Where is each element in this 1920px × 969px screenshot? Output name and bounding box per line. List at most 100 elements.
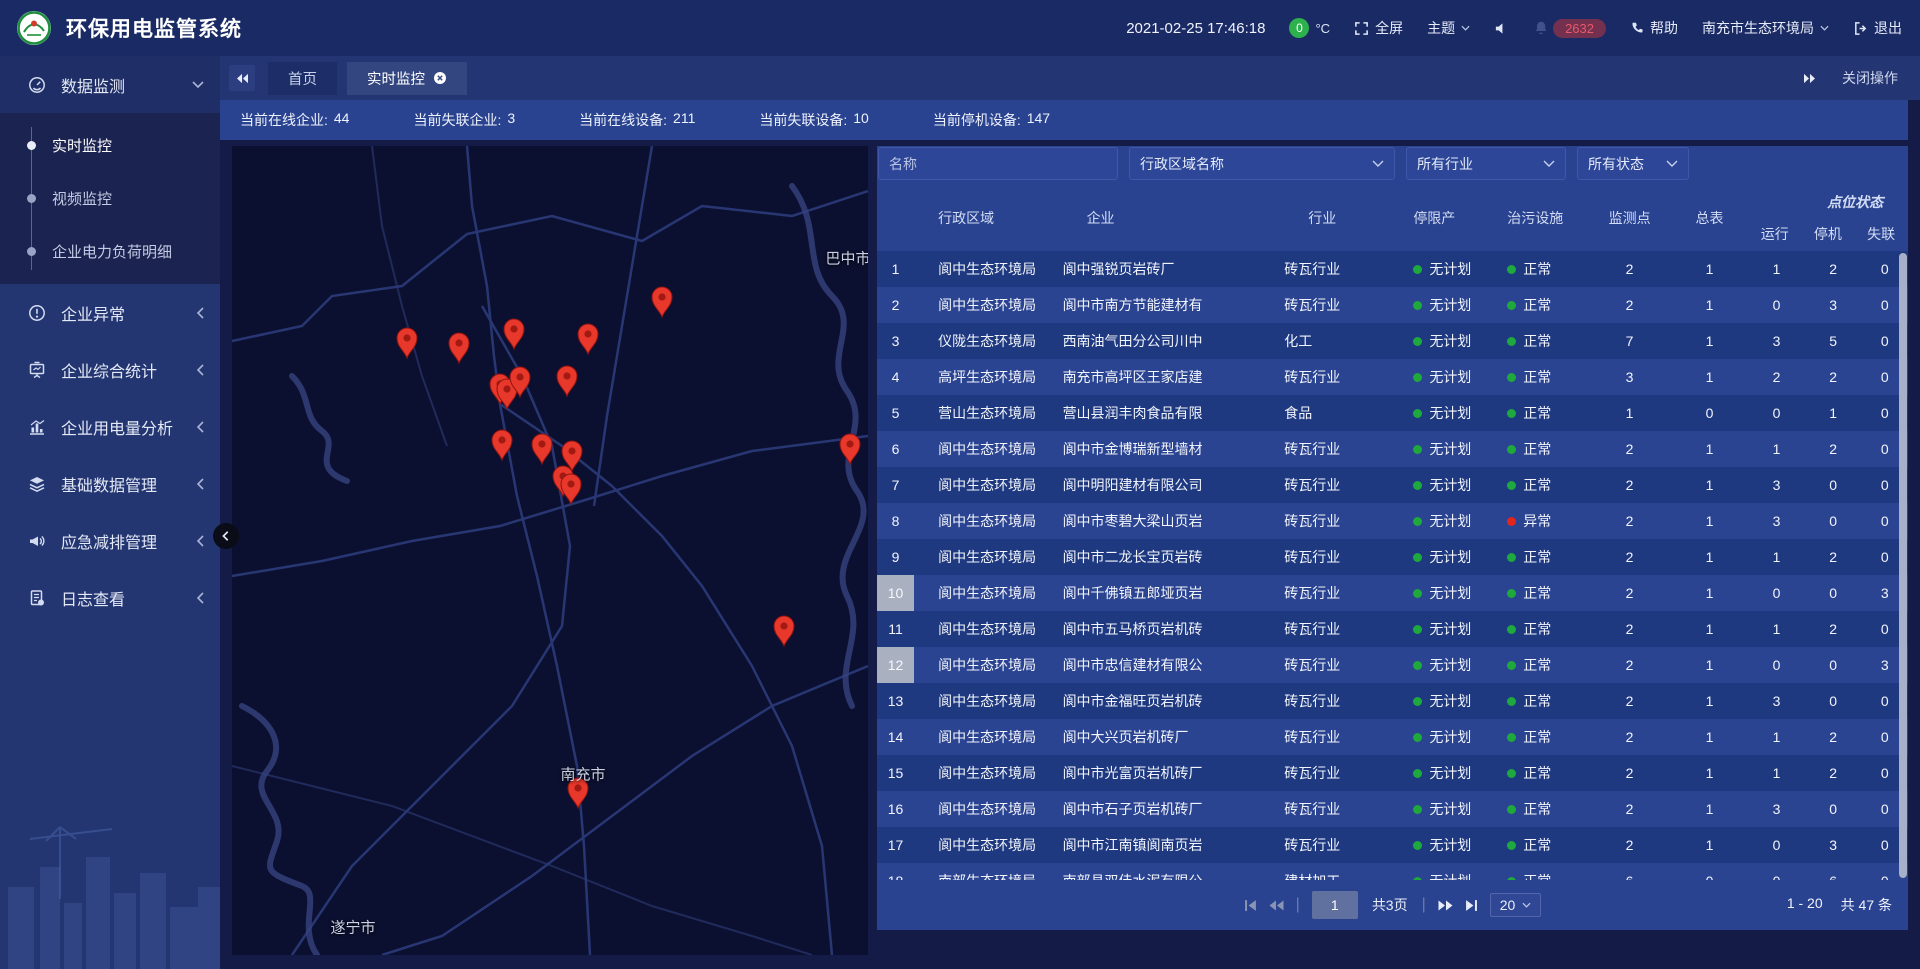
map-pin[interactable] <box>561 474 581 504</box>
next-page-button[interactable] <box>1438 899 1453 912</box>
industry-filter-select[interactable]: 所有行业 <box>1406 147 1566 180</box>
table-row[interactable]: 7阆中生态环境局阆中明阳建材有限公司砖瓦行业无计划正常21300 <box>877 467 1908 503</box>
collapse-map-button[interactable] <box>213 523 239 549</box>
sidebar-item-6[interactable]: 应急减排管理 <box>0 512 220 569</box>
table-row[interactable]: 12阆中生态环境局阆中市忠信建材有限公砖瓦行业无计划正常21003 <box>877 647 1908 683</box>
logout-button[interactable]: 退出 <box>1853 18 1902 38</box>
sidebar-item-4[interactable]: 企业用电量分析 <box>0 398 220 455</box>
status-dot <box>1507 733 1516 742</box>
tabs-scroll-left-button[interactable] <box>229 65 255 91</box>
map-pin[interactable] <box>449 333 469 363</box>
chevron-down-icon <box>1522 902 1531 908</box>
table-row[interactable]: 14阆中生态环境局阆中大兴页岩机砖厂砖瓦行业无计划正常21120 <box>877 719 1908 755</box>
table-scrollbar[interactable] <box>1899 253 1907 878</box>
limit-text: 无计划 <box>1429 835 1471 855</box>
sidebar-subitem[interactable]: 实时监控 <box>0 119 220 172</box>
close-icon[interactable] <box>433 71 447 85</box>
column-facility: 治污设施 <box>1485 208 1588 228</box>
map-pin[interactable] <box>652 287 672 317</box>
limit-text: 无计划 <box>1429 583 1471 603</box>
cell-facility: 正常 <box>1485 547 1588 567</box>
sidebar-item-5[interactable]: 基础数据管理 <box>0 455 220 512</box>
cell-company: 西南油气田分公司川中 <box>1063 331 1285 351</box>
prev-page-button[interactable] <box>1269 899 1284 912</box>
tab-1[interactable]: 首页 <box>268 62 337 95</box>
page-size-select[interactable]: 20 <box>1490 893 1542 917</box>
bullet-icon <box>27 247 36 256</box>
table-row[interactable]: 5营山生态环境局营山县润丰肉食品有限食品无计划正常10010 <box>877 395 1908 431</box>
facility-text: 异常 <box>1523 511 1551 531</box>
region-filter-select[interactable]: 行政区域名称 <box>1129 147 1395 180</box>
table-row[interactable]: 3仪陇生态环境局西南油气田分公司川中化工无计划正常71350 <box>877 323 1908 359</box>
tabs-scroll-right-button[interactable] <box>1803 73 1816 84</box>
notifications-button[interactable]: 2632 <box>1533 19 1606 38</box>
table-row[interactable]: 10阆中生态环境局阆中千佛镇五郎垭页岩砖瓦行业无计划正常21003 <box>877 575 1908 611</box>
cell-industry: 砖瓦行业 <box>1284 439 1387 459</box>
sidebar-item-3[interactable]: 企业综合统计 <box>0 341 220 398</box>
table-row[interactable]: 11阆中生态环境局阆中市五马桥页岩机砖砖瓦行业无计划正常21120 <box>877 611 1908 647</box>
first-page-button[interactable] <box>1244 899 1257 912</box>
last-page-button[interactable] <box>1465 899 1478 912</box>
sidebar-item-1[interactable]: 数据监测 <box>0 56 220 113</box>
cell-stopped: 3 <box>1805 837 1862 853</box>
map-pin[interactable] <box>504 319 524 349</box>
total-pages-label: 共3页 <box>1372 895 1408 915</box>
mute-button[interactable] <box>1494 21 1509 36</box>
status-filter-select[interactable]: 所有状态 <box>1577 147 1689 180</box>
cell-meters: 1 <box>1671 621 1748 637</box>
map-pin[interactable] <box>774 616 794 646</box>
group-header-label: 点位状态 <box>1748 192 1908 212</box>
table-row[interactable]: 16阆中生态环境局阆中市石子页岩机砖厂砖瓦行业无计划正常21300 <box>877 791 1908 827</box>
cell-region: 阆中生态环境局 <box>914 799 1062 819</box>
cell-running: 0 <box>1748 657 1805 673</box>
cell-index: 3 <box>877 333 914 349</box>
sidebar: 数据监测实时监控视频监控企业电力负荷明细企业异常企业综合统计企业用电量分析基础数… <box>0 56 220 969</box>
chevron-down-icon <box>1820 25 1829 31</box>
close-operations-button[interactable]: 关闭操作 <box>1842 68 1898 88</box>
theme-dropdown[interactable]: 主题 <box>1427 18 1470 38</box>
cell-running: 3 <box>1748 333 1805 349</box>
page-number-input[interactable] <box>1312 891 1358 919</box>
cell-running: 3 <box>1748 693 1805 709</box>
table-row[interactable]: 17阆中生态环境局阆中市江南镇阆南页岩砖瓦行业无计划正常21030 <box>877 827 1908 863</box>
cell-limit: 无计划 <box>1387 655 1485 675</box>
org-dropdown[interactable]: 南充市生态环境局 <box>1702 18 1829 38</box>
table-row[interactable]: 4高坪生态环境局南充市高坪区王家店建砖瓦行业无计划正常31220 <box>877 359 1908 395</box>
map-panel[interactable]: 巴中市南充市遂宁市 <box>232 146 868 955</box>
table-header: 行政区域 企业 行业 停限产 治污设施 监测点 总表 点位状态 运行 停机 失联 <box>877 185 1908 252</box>
tab-label: 实时监控 <box>367 68 425 89</box>
table-row[interactable]: 13阆中生态环境局阆中市金福旺页岩机砖砖瓦行业无计划正常21300 <box>877 683 1908 719</box>
table-row[interactable]: 2阆中生态环境局阆中市南方节能建材有砖瓦行业无计划正常21030 <box>877 287 1908 323</box>
table-row[interactable]: 9阆中生态环境局阆中市二龙长宝页岩砖砖瓦行业无计划正常21120 <box>877 539 1908 575</box>
fullscreen-button[interactable]: 全屏 <box>1354 18 1403 38</box>
sidebar-subitem[interactable]: 企业电力负荷明细 <box>0 225 220 278</box>
stat-item: 当前在线设备:211 <box>579 110 695 130</box>
map-pin[interactable] <box>840 434 860 464</box>
map-pin[interactable] <box>532 434 552 464</box>
cell-facility: 正常 <box>1485 619 1588 639</box>
limit-text: 无计划 <box>1429 259 1471 279</box>
sidebar-subitem[interactable]: 视频监控 <box>0 172 220 225</box>
cell-stopped: 5 <box>1805 333 1862 349</box>
table-row[interactable]: 1阆中生态环境局阆中强锐页岩砖厂砖瓦行业无计划正常21120 <box>877 251 1908 287</box>
cell-stopped: 2 <box>1805 369 1862 385</box>
stat-label: 当前失联设备: <box>759 110 847 130</box>
cell-meters: 1 <box>1671 261 1748 277</box>
table-row[interactable]: 18南部生态环境局南部县双佳水泥有限公建材加工无计划正常60060 <box>877 863 1908 880</box>
map-pin[interactable] <box>557 366 577 396</box>
cell-points: 2 <box>1588 837 1670 853</box>
cell-points: 3 <box>1588 369 1670 385</box>
cell-limit: 无计划 <box>1387 511 1485 531</box>
map-pin[interactable] <box>578 324 598 354</box>
table-row[interactable]: 6阆中生态环境局阆中市金博瑞新型墙材砖瓦行业无计划正常21120 <box>877 431 1908 467</box>
name-filter-input[interactable] <box>878 147 1118 180</box>
sidebar-item-7[interactable]: 日志查看 <box>0 569 220 626</box>
map-pin[interactable] <box>492 430 512 460</box>
map-pin[interactable] <box>397 328 417 358</box>
sidebar-item-2[interactable]: 企业异常 <box>0 284 220 341</box>
table-row[interactable]: 15阆中生态环境局阆中市光富页岩机砖厂砖瓦行业无计划正常21120 <box>877 755 1908 791</box>
cell-company: 阆中市枣碧大梁山页岩 <box>1063 511 1285 531</box>
table-row[interactable]: 8阆中生态环境局阆中市枣碧大梁山页岩砖瓦行业无计划异常21300 <box>877 503 1908 539</box>
help-button[interactable]: 帮助 <box>1630 18 1678 38</box>
tab-2[interactable]: 实时监控 <box>347 62 467 95</box>
